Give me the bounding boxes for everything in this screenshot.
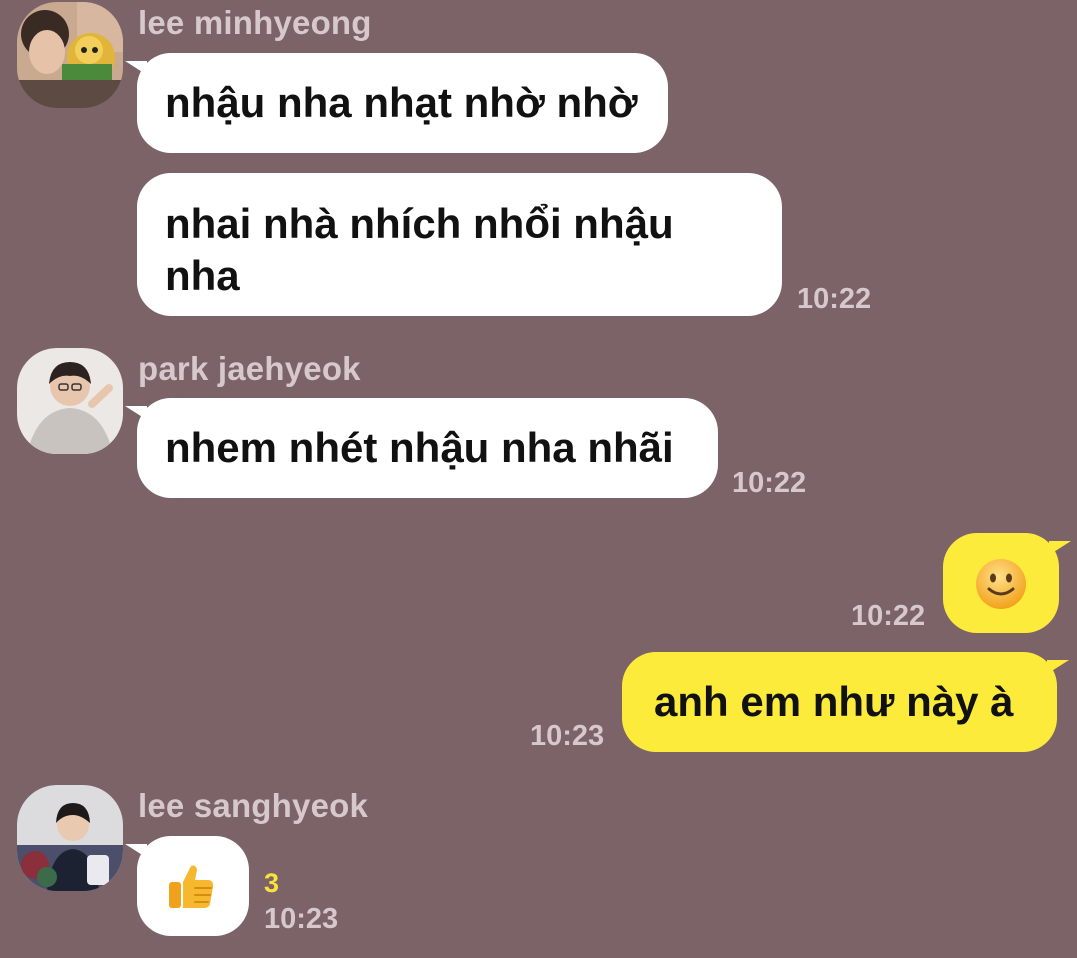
avatar-park-jaehyeok[interactable]: [17, 348, 123, 454]
slightly-smiling-face-emoji: [976, 559, 1026, 609]
message-text: nhem nhét nhậu nha nhãi: [165, 424, 674, 471]
thumbs-up-emoji: [169, 865, 214, 908]
sender-name: lee sanghyeok: [138, 787, 369, 824]
message-bubble-emoji[interactable]: [943, 533, 1071, 633]
unread-count: 3: [264, 868, 280, 898]
avatar-photo: [17, 785, 123, 891]
sender-name: lee minhyeong: [138, 4, 372, 41]
message-bubble[interactable]: anh em như này à: [622, 652, 1069, 752]
message-text: anh em như này à: [654, 678, 1014, 725]
message-bubble[interactable]: nhem nhét nhậu nha nhãi: [125, 398, 718, 498]
message-bubble[interactable]: nhậu nha nhạt nhờ nhờ: [125, 53, 668, 153]
message-bubble-emoji[interactable]: [125, 836, 249, 936]
message-bubble[interactable]: nhai nhà nhích nhổi nhậu nha: [137, 173, 782, 316]
sender-name: park jaehyeok: [138, 350, 361, 387]
message-timestamp: 10:23: [264, 903, 339, 935]
message-timestamp: 10:22: [797, 283, 872, 315]
message-text: nhai nhà nhích nhổi nhậu nha: [165, 200, 674, 299]
message-text: nhậu nha nhạt nhờ nhờ: [165, 79, 638, 126]
avatar-photo: [17, 2, 123, 108]
avatar-lee-sanghyeok[interactable]: [17, 785, 123, 891]
message-timestamp: 10:22: [851, 600, 926, 632]
message-timestamp: 10:22: [732, 467, 807, 499]
message-timestamp: 10:23: [530, 720, 605, 752]
avatar-lee-minhyeong[interactable]: [17, 2, 123, 108]
avatar-photo: [17, 348, 123, 454]
